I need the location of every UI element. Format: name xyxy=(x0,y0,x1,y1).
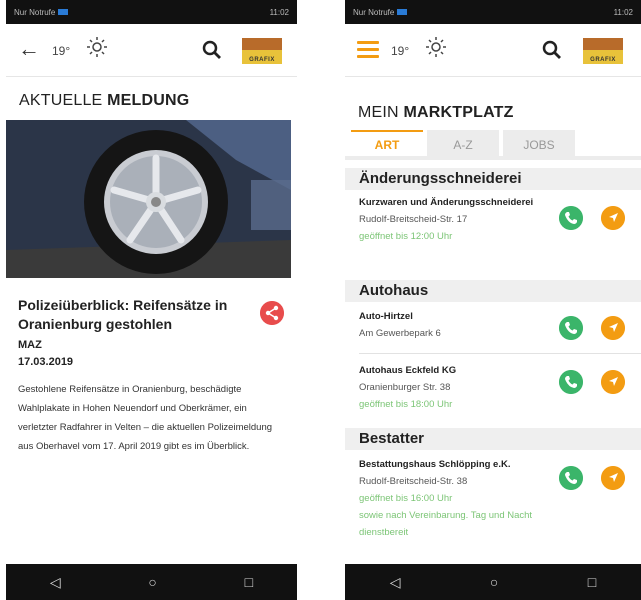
entry-address: Rudolf-Breitscheid-Str. 17 xyxy=(359,214,468,225)
entry-address: Rudolf-Breitscheid-Str. 38 xyxy=(359,476,468,487)
home-nav-icon[interactable]: ○ xyxy=(490,574,498,590)
list-item[interactable]: Kurzwaren und Änderungsschneiderei Rudol… xyxy=(359,194,539,245)
tab-art[interactable]: ART xyxy=(351,130,423,158)
phone-call-icon[interactable] xyxy=(559,316,583,340)
back-nav-icon[interactable]: ◁ xyxy=(390,574,401,591)
entry-address: Am Gewerbepark 6 xyxy=(359,328,441,339)
phone-call-icon[interactable] xyxy=(559,466,583,490)
phone-call-icon[interactable] xyxy=(559,206,583,230)
system-nav-bar: ◁ ○ □ xyxy=(345,564,641,600)
recents-nav-icon[interactable]: □ xyxy=(588,574,596,590)
back-arrow-icon[interactable]: ← xyxy=(18,38,40,60)
tab-underline xyxy=(345,156,641,160)
entry-hours: geöffnet bis 12:00 Uhr xyxy=(359,231,453,242)
tab-jobs[interactable]: JOBS xyxy=(503,130,575,158)
status-bar: Nur Notrufe 11:02 xyxy=(6,0,297,24)
status-bar: Nur Notrufe 11:02 xyxy=(345,0,641,24)
phone-screen-news: Nur Notrufe 11:02 ← 19° GRAFIX AKTUELLE … xyxy=(6,0,297,600)
list-item[interactable]: Bestattungshaus Schlöpping e.K. Rudolf-B… xyxy=(359,456,539,541)
article-teaser: Gestohlene Reifensätze in Oranienburg, b… xyxy=(18,384,273,452)
list-divider xyxy=(359,353,641,354)
entry-name: Bestattungshaus Schlöpping e.K. xyxy=(359,459,511,470)
city-logo[interactable]: GRAFIX xyxy=(242,38,282,64)
phone-call-icon[interactable] xyxy=(559,370,583,394)
tab-a-z[interactable]: A-Z xyxy=(427,130,499,158)
search-icon[interactable] xyxy=(202,40,222,60)
entry-hours: geöffnet bis 16:00 Uhr xyxy=(359,493,453,504)
category-header: Bestatter xyxy=(345,428,641,450)
home-nav-icon[interactable]: ○ xyxy=(148,574,156,590)
recents-nav-icon[interactable]: □ xyxy=(245,574,253,590)
app-bar: ← 19° GRAFIX xyxy=(6,24,297,77)
sun-icon xyxy=(426,37,446,57)
phone-screen-marketplace: Nur Notrufe 11:02 19° GRAFIX MEIN MARKTP… xyxy=(345,0,641,600)
entry-note: sowie nach Vereinbarung. Tag und Nacht d… xyxy=(359,510,533,538)
share-icon[interactable] xyxy=(260,301,284,325)
entry-hours: geöffnet bis 18:00 Uhr xyxy=(359,399,453,410)
page-title: MEIN MARKTPLATZ xyxy=(358,104,514,121)
entry-address: Oranienburger Str. 38 xyxy=(359,382,451,393)
category-header: Autohaus xyxy=(345,280,641,302)
weather-temp: 19° xyxy=(391,44,410,58)
article-title[interactable]: Polizeiüberblick: Reifensätze in Oranien… xyxy=(18,296,248,334)
article-image[interactable] xyxy=(6,120,291,278)
category-header: Änderungsschneiderei xyxy=(345,168,641,190)
city-logo[interactable]: GRAFIX xyxy=(583,38,623,64)
article-source: MAZ xyxy=(18,339,42,351)
category-tabs: ART A-Z JOBS xyxy=(351,130,579,158)
navigate-icon[interactable] xyxy=(601,370,625,394)
status-time: 11:02 xyxy=(269,7,289,17)
entry-name: Kurzwaren und Änderungsschneiderei xyxy=(359,197,534,208)
status-time: 11:02 xyxy=(613,7,633,17)
sun-icon xyxy=(87,37,107,57)
navigate-icon[interactable] xyxy=(601,316,625,340)
navigate-icon[interactable] xyxy=(601,466,625,490)
menu-icon[interactable] xyxy=(357,41,379,58)
entry-name: Autohaus Eckfeld KG xyxy=(359,365,457,376)
status-carrier: Nur Notrufe xyxy=(353,7,395,17)
page-title: AKTUELLE MELDUNG xyxy=(19,92,190,109)
list-item[interactable]: Autohaus Eckfeld KG Oranienburger Str. 3… xyxy=(359,362,539,413)
signal-icon xyxy=(397,9,408,16)
app-bar: 19° GRAFIX xyxy=(345,24,641,77)
status-carrier: Nur Notrufe xyxy=(14,7,56,17)
list-item[interactable]: Auto-Hirtzel Am Gewerbepark 6 xyxy=(359,308,539,342)
entry-name: Auto-Hirtzel xyxy=(359,311,413,322)
article-date: 17.03.2019 xyxy=(18,356,74,368)
tire-illustration xyxy=(6,120,291,278)
back-nav-icon[interactable]: ◁ xyxy=(50,574,61,591)
system-nav-bar: ◁ ○ □ xyxy=(6,564,297,600)
search-icon[interactable] xyxy=(542,40,562,60)
signal-icon xyxy=(58,9,69,16)
weather-temp: 19° xyxy=(52,44,71,58)
navigate-icon[interactable] xyxy=(601,206,625,230)
